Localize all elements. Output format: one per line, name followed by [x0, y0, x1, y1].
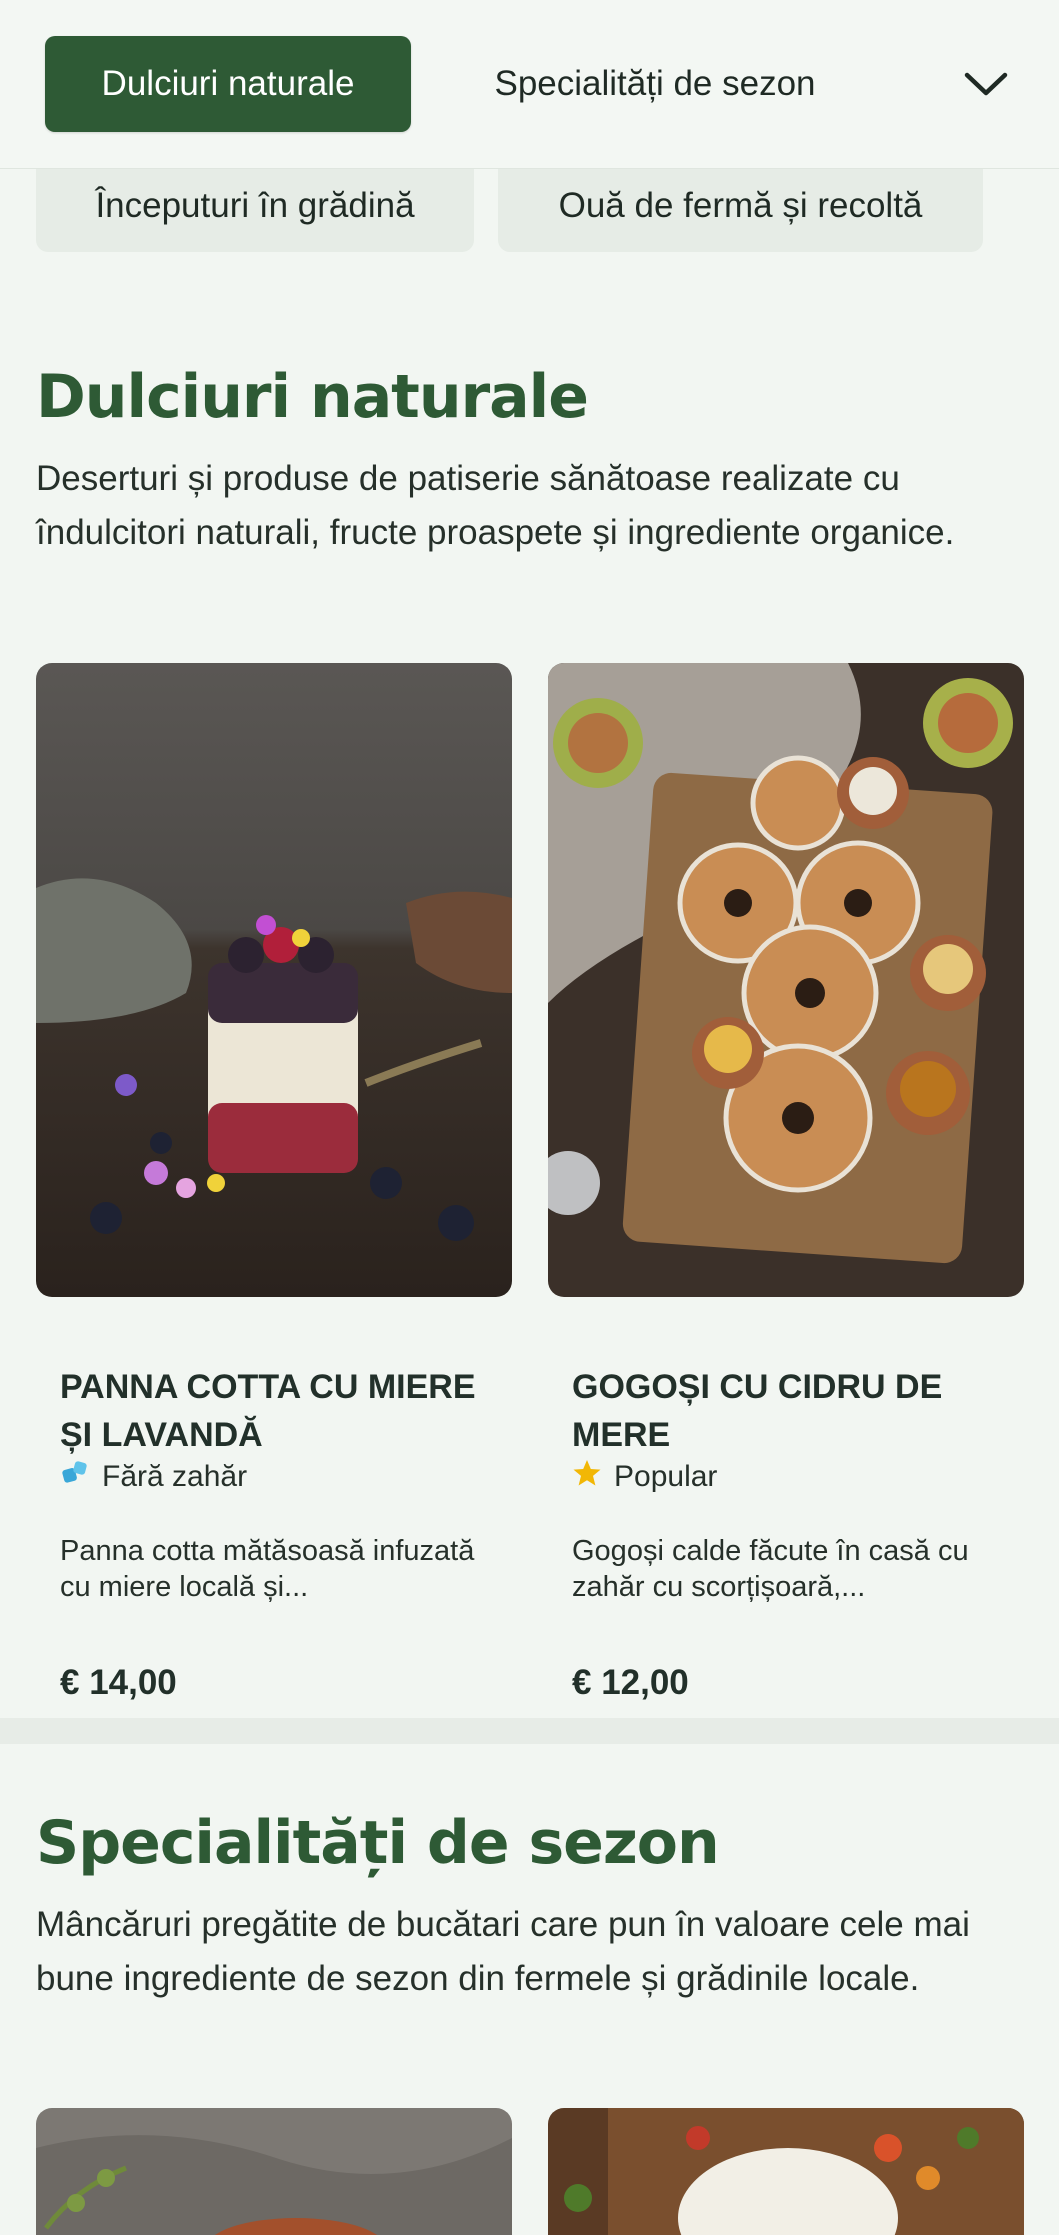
product-card[interactable]	[548, 2108, 1024, 2235]
product-description: Panna cotta mătăsoasă infuzată cu miere …	[60, 1535, 475, 1603]
product-image	[548, 2108, 1024, 2235]
product-image	[36, 2108, 512, 2235]
section-title: Specialități de sezon	[36, 1808, 720, 1878]
product-image	[548, 663, 1024, 1297]
tab-label: Specialități de sezon	[494, 64, 816, 103]
product-card[interactable]: GOGOȘI CU CIDRU DE MERE Popular Gogoși c…	[548, 663, 1024, 1703]
tab-dulciuri-naturale[interactable]: Dulciuri naturale	[45, 36, 411, 132]
tab-label: Ouă de fermă și recoltă	[558, 186, 923, 225]
product-card[interactable]	[36, 2108, 512, 2235]
category-nav: Dulciuri naturale Specialități de sezon	[0, 0, 1059, 169]
product-image	[36, 663, 512, 1297]
badge-label: Popular	[614, 1460, 718, 1493]
chevron-down-icon[interactable]	[958, 56, 1014, 112]
tab-specialitati-de-sezon[interactable]: Specialități de sezon	[440, 36, 870, 132]
section-title: Dulciuri naturale	[36, 362, 589, 432]
tab-label: Dulciuri naturale	[101, 64, 355, 103]
dietary-badge: Fără zahăr	[60, 1458, 247, 1496]
product-price: € 14,00	[60, 1663, 177, 1702]
product-price: € 12,00	[572, 1663, 689, 1702]
popular-badge: Popular	[572, 1458, 717, 1496]
badge-label: Fără zahăr	[102, 1460, 248, 1493]
section-description: Deserturi și produse de patiserie sănăto…	[36, 459, 955, 552]
product-card[interactable]: PANNA COTTA CU MIERE ȘI LAVANDĂ Fără zah…	[36, 663, 512, 1703]
product-description: Gogoși calde făcute în casă cu zahăr cu …	[572, 1535, 969, 1603]
sugar-free-icon	[60, 1458, 90, 1496]
product-name: PANNA COTTA CU MIERE ȘI LAVANDĂ	[60, 1368, 476, 1454]
star-icon	[572, 1458, 602, 1496]
product-name: GOGOȘI CU CIDRU DE MERE	[572, 1368, 943, 1454]
tab-label: Începuturi în grădină	[95, 186, 415, 225]
section-divider	[0, 1718, 1059, 1744]
section-description: Mâncăruri pregătite de bucătari care pun…	[36, 1905, 970, 1998]
